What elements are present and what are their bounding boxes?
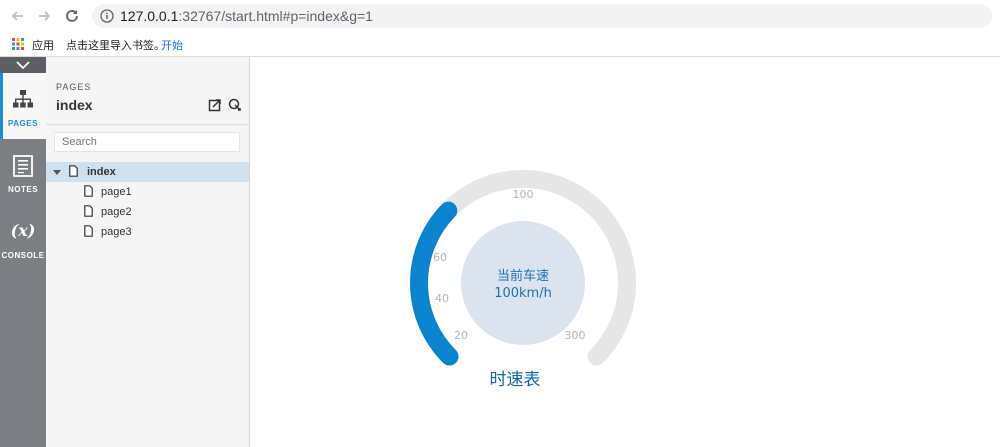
- tree-item-label: page2: [101, 206, 132, 218]
- chevron-down-icon: [16, 61, 30, 70]
- collapse-rail-button[interactable]: [0, 57, 46, 73]
- tick-label-60: 60: [433, 251, 447, 264]
- browser-toolbar: 127.0.0.1:32767/start.html#p=index&g=1: [0, 0, 1000, 32]
- console-icon: (x): [10, 221, 36, 240]
- rail-pages-label: PAGES: [8, 119, 38, 128]
- locate-icon[interactable]: [228, 98, 242, 112]
- gauge-center-label: 当前车速: [497, 268, 549, 284]
- page-search-input[interactable]: [54, 132, 240, 152]
- panel-title: index: [56, 97, 93, 113]
- page-icon: [84, 185, 93, 197]
- tree-item-page1[interactable]: page1: [46, 182, 249, 202]
- tree-item-label: page3: [101, 226, 132, 238]
- tree-item-index[interactable]: index: [46, 162, 249, 182]
- panel-caption: PAGES: [56, 82, 92, 92]
- tick-label-20: 20: [454, 329, 468, 342]
- gauge-center-value: 100km/h: [494, 286, 552, 301]
- export-icon[interactable]: [208, 98, 222, 112]
- tree-item-label: index: [87, 166, 116, 178]
- back-arrow-icon: [11, 11, 23, 21]
- notes-icon: [13, 155, 33, 177]
- reload-button[interactable]: [62, 6, 82, 26]
- forward-button[interactable]: [34, 6, 54, 26]
- bookmark-import[interactable]: 点击这里导入书签。: [66, 37, 165, 53]
- address-bar[interactable]: 127.0.0.1:32767/start.html#p=index&g=1: [92, 4, 992, 28]
- tick-label-40: 40: [435, 292, 449, 305]
- gauge-fill: [410, 201, 459, 366]
- bookmark-start[interactable]: 开始: [161, 37, 183, 53]
- url-text[interactable]: 127.0.0.1:32767/start.html#p=index&g=1: [120, 8, 373, 24]
- forward-arrow-icon: [39, 11, 51, 21]
- rail-tab-notes[interactable]: NOTES: [0, 145, 46, 211]
- page-icon: [84, 225, 93, 237]
- rail-notes-label: NOTES: [7, 185, 39, 194]
- back-button[interactable]: [8, 6, 28, 26]
- rail-tab-pages[interactable]: PAGES: [0, 73, 46, 139]
- expand-caret-icon[interactable]: [53, 170, 61, 175]
- apps-grid-icon[interactable]: [12, 38, 24, 50]
- tick-label-300: 300: [565, 329, 586, 342]
- sitemap-icon: [13, 90, 33, 108]
- rail-tab-console[interactable]: (x) CONSOLE: [0, 211, 46, 277]
- speedometer-gauge: 当前车速 100km/h 20 40 60 100 300: [410, 169, 636, 366]
- tree-item-label: page1: [101, 186, 132, 198]
- page-icon: [69, 165, 78, 177]
- pages-panel: PAGES index index page1 page2 page3: [46, 57, 250, 447]
- info-icon[interactable]: [100, 9, 114, 23]
- bookmarks-bar: 应用 点击这里导入书签。 开始: [0, 32, 1000, 57]
- bookmark-apps[interactable]: 应用: [32, 37, 54, 53]
- url-path: :32767/start.html#p=index&g=1: [178, 8, 373, 24]
- url-host: 127.0.0.1: [120, 8, 179, 24]
- panel-divider: [46, 124, 250, 125]
- reload-icon: [66, 10, 78, 22]
- rail-console-label: CONSOLE: [1, 251, 45, 260]
- tree-item-page2[interactable]: page2: [46, 202, 249, 222]
- page-icon: [84, 205, 93, 217]
- tick-label-100: 100: [513, 188, 534, 201]
- tree-item-page3[interactable]: page3: [46, 222, 249, 242]
- left-rail: PAGES NOTES (x) CONSOLE: [0, 57, 46, 447]
- gauge-title: 时速表: [489, 370, 541, 389]
